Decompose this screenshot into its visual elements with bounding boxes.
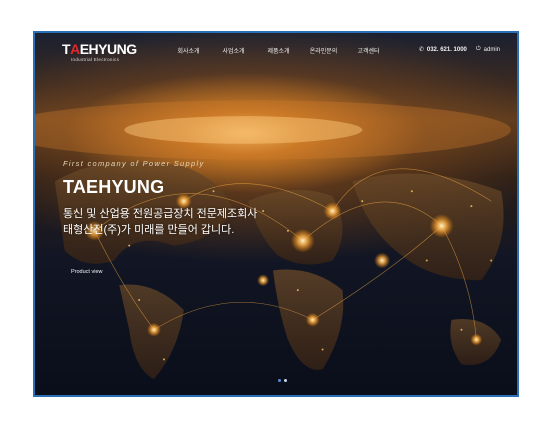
slider-dot-2[interactable] — [284, 379, 287, 382]
power-icon: ⏻ — [475, 46, 481, 52]
nav-item-business[interactable]: 사업소개 — [211, 46, 256, 55]
nav-item-customer-center[interactable]: 고객센터 — [346, 46, 391, 55]
nav-item-company[interactable]: 회사소개 — [166, 46, 211, 55]
logo-letters-rest: EHYUNG — [79, 41, 137, 57]
hero-brand-title: TAEHYUNG — [63, 177, 165, 197]
logo-subtitle: Industrial Electronics — [71, 57, 120, 62]
logo-letter-a-accent: A — [70, 41, 80, 57]
phone-icon: ✆ — [418, 47, 424, 53]
site-frame: T A EHYUNG Industrial Electronics 회사소개 사업소… — [33, 31, 519, 397]
phone-number: 032. 621. 1000 — [426, 46, 467, 53]
nav-item-products[interactable]: 제품소개 — [256, 46, 301, 55]
admin-link[interactable]: admin — [484, 47, 500, 53]
site-logo[interactable]: T A EHYUNG Industrial Electronics — [62, 42, 137, 62]
header-contact: ✆ 032. 621. 1000 ⏻ admin — [419, 46, 500, 53]
slider-dot-1[interactable] — [278, 379, 281, 382]
hero-description: 통신 및 산업용 전원공급장치 전문제조회사 태형산전(주)가 미래를 만들어 … — [63, 206, 257, 238]
site-header: T A EHYUNG Industrial Electronics 회사소개 사업소… — [35, 33, 517, 71]
hero-text-block: First company of Power Supply TAEHYUNG 통… — [63, 159, 257, 238]
hero-description-line-2: 태형산전(주)가 미래를 만들어 갑니다. — [63, 224, 235, 236]
logo-letter-t: T — [62, 41, 71, 57]
hero-description-line-1: 통신 및 산업용 전원공급장치 전문제조회사 — [63, 208, 258, 220]
nav-item-online-inquiry[interactable]: 온라인문의 — [301, 46, 346, 55]
product-view-link[interactable]: Product view — [71, 269, 103, 275]
slider-pagination — [278, 379, 290, 382]
logo-wordmark: T A EHYUNG — [62, 42, 137, 56]
hero-tagline: First company of Power Supply — [63, 159, 205, 168]
main-nav: 회사소개 사업소개 제품소개 온라인문의 고객센터 — [166, 46, 391, 55]
